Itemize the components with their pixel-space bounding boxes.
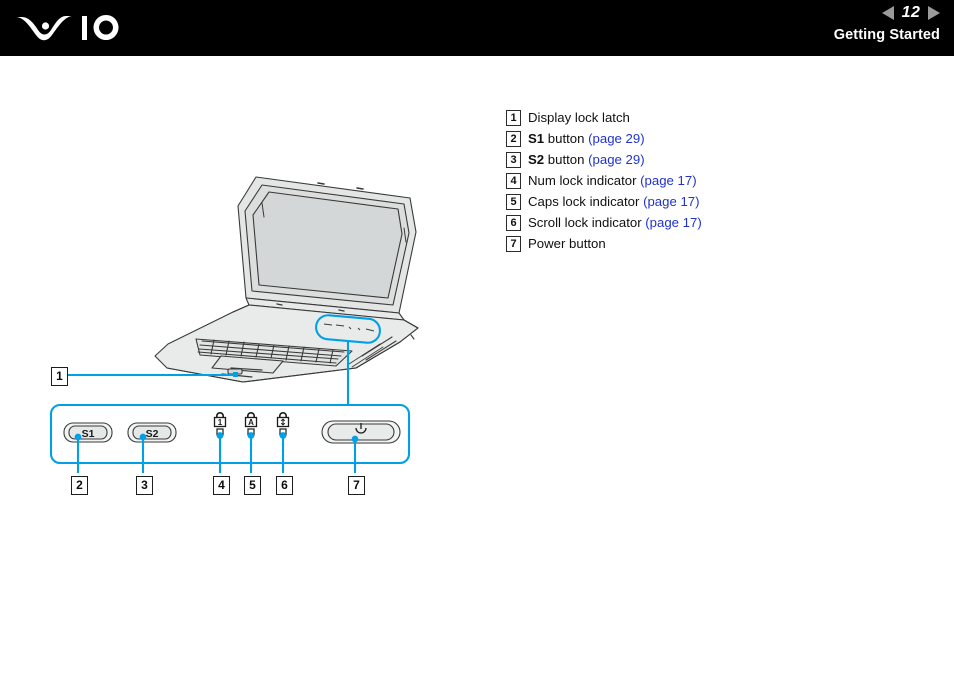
legend-label: Caps lock indicator (page 17) <box>528 191 700 212</box>
callout-number-5: 5 <box>244 476 261 495</box>
legend-label-text: button <box>544 131 589 146</box>
legend-number-box: 4 <box>506 173 521 189</box>
legend-page-link[interactable]: (page 17) <box>645 215 701 230</box>
legend-page-link[interactable]: (page 17) <box>640 173 696 188</box>
legend-row: 4 Num lock indicator (page 17) <box>506 170 926 191</box>
previous-page-arrow-icon[interactable] <box>882 6 894 20</box>
legend-label-text: Power button <box>528 236 606 251</box>
page-content: S1 S2 1 A 1 2 3 4 5 6 7 1 Display lock l… <box>0 56 954 674</box>
legend-page-link[interactable]: (page 29) <box>588 152 644 167</box>
legend-label-text: button <box>544 152 589 167</box>
legend-row: 6 Scroll lock indicator (page 17) <box>506 212 926 233</box>
legend-label: S2 button (page 29) <box>528 149 645 170</box>
legend-label: Power button <box>528 233 606 254</box>
legend-label: S1 button (page 29) <box>528 128 645 149</box>
legend-number-box: 2 <box>506 131 521 147</box>
callout-number-2: 2 <box>71 476 88 495</box>
legend-label-text: Scroll lock indicator <box>528 215 646 230</box>
legend-label: Num lock indicator (page 17) <box>528 170 697 191</box>
legend-row: 2 S1 button (page 29) <box>506 128 926 149</box>
callout-number-4: 4 <box>213 476 230 495</box>
section-title: Getting Started <box>833 27 940 43</box>
callout-number-3: 3 <box>136 476 153 495</box>
s1-button-label: S1 <box>82 428 95 440</box>
legend-number-box: 7 <box>506 236 521 252</box>
callout-number-6: 6 <box>276 476 293 495</box>
svg-text:A: A <box>248 418 254 427</box>
legend-label: Scroll lock indicator (page 17) <box>528 212 702 233</box>
s2-button-label: S2 <box>146 428 159 440</box>
legend-row: 1 Display lock latch <box>506 107 926 128</box>
legend-number-box: 1 <box>506 110 521 126</box>
component-legend-list: 1 Display lock latch 2 S1 button (page 29) 3… <box>506 107 926 254</box>
legend-label-text: Display lock latch <box>528 110 630 125</box>
legend-label-text: Num lock indicator <box>528 173 641 188</box>
page-navigation: 12 <box>834 4 940 22</box>
legend-number-box: 3 <box>506 152 521 168</box>
header-right-group: 12 Getting Started <box>834 4 940 43</box>
next-page-arrow-icon[interactable] <box>928 6 940 20</box>
laptop-illustration: S1 S2 1 A 1 2 3 4 5 6 7 <box>0 56 500 495</box>
legend-page-link[interactable]: (page 17) <box>643 194 699 209</box>
legend-label-text: Caps lock indicator <box>528 194 644 209</box>
page-number: 12 <box>901 4 921 21</box>
legend-row: 7 Power button <box>506 233 926 254</box>
legend-label-bold: S2 <box>528 152 545 167</box>
legend-page-link[interactable]: (page 29) <box>588 131 644 146</box>
svg-text:1: 1 <box>218 418 223 427</box>
callout-number-1: 1 <box>51 367 68 386</box>
legend-row: 3 S2 button (page 29) <box>506 149 926 170</box>
page-header: 12 Getting Started <box>0 0 954 56</box>
vaio-logo <box>14 10 126 46</box>
legend-label: Display lock latch <box>528 107 630 128</box>
legend-number-box: 5 <box>506 194 521 210</box>
callout-number-7: 7 <box>348 476 365 495</box>
legend-label-bold: S1 <box>528 131 545 146</box>
legend-number-box: 6 <box>506 215 521 231</box>
legend-row: 5 Caps lock indicator (page 17) <box>506 191 926 212</box>
